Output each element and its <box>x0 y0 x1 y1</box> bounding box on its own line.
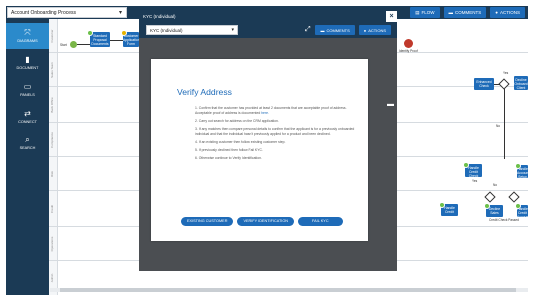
existing-customer-button[interactable]: EXISTING CUSTOMER <box>181 217 234 226</box>
chat-icon[interactable]: ▬ <box>387 101 394 108</box>
start-label: Start <box>60 43 67 47</box>
step-card: Verify Address 1. Confirm that the custo… <box>151 59 368 241</box>
step-item: 5. If previously declined then follow Fa… <box>195 148 263 152</box>
connect-icon: ⇄ <box>24 109 31 118</box>
start-event[interactable] <box>70 41 77 48</box>
process-select[interactable]: Account Onboarding Process ▾ <box>7 7 127 18</box>
diagram-node[interactable]: Decline Onboard Client <box>514 76 528 90</box>
horizontal-scrollbar[interactable] <box>50 288 528 292</box>
sidebar-item-diagrams[interactable]: ⤧ DIAGRAMS <box>6 23 49 49</box>
modal-header: KYC (Individual) × <box>139 11 397 22</box>
close-icon[interactable]: × <box>386 11 397 22</box>
edge-label: Identify Proof <box>399 49 418 53</box>
actions-button[interactable]: ● ACTIONS <box>490 7 525 18</box>
edge-label: No <box>496 124 501 128</box>
fail-kyc-button[interactable]: FAIL KYC <box>298 217 343 226</box>
verify-identification-button[interactable]: VERIFY IDENTIFICATION <box>237 217 295 226</box>
app-window: Account Onboarding Process ▾ ▤ FLOW ▬ COMM… <box>0 0 535 301</box>
user-icon: ● <box>363 27 367 33</box>
step-item: 2. Carry out search for address on the C… <box>195 119 279 123</box>
card-title: Verify Address <box>177 87 232 97</box>
search-icon: ⌕ <box>25 135 30 144</box>
flow-button[interactable]: ▤ FLOW <box>410 7 440 18</box>
chevron-down-icon: ▾ <box>118 10 122 16</box>
step-item: 1. Confirm that the customer has provide… <box>195 106 347 115</box>
kyc-modal: KYC (Individual) × KYC (Individual) ▾ ⤢ … <box>139 11 397 271</box>
card-actions: EXISTING CUSTOMER VERIFY IDENTIFICATION … <box>181 217 343 226</box>
step-item: 3. If any matches then compare personal … <box>195 127 355 136</box>
sidebar: ⤧ DIAGRAMS ▮ DOCUMENT ▭ PANELS ⇄ CONNECT ⌕ SE… <box>6 19 49 295</box>
comments-button[interactable]: ▬ COMMENTS <box>443 7 487 18</box>
panels-icon: ▭ <box>23 82 32 91</box>
check-icon <box>515 163 521 169</box>
header-actions: ▤ FLOW ▬ COMMENTS ● ACTIONS <box>410 7 525 18</box>
diagram-icon: ⤧ <box>24 28 31 37</box>
diagram-node[interactable]: Enhanced Check <box>474 78 494 90</box>
step-item: 4. If an existing customer then follow e… <box>195 140 286 144</box>
modal-actions-button[interactable]: ● ACTIONS <box>358 25 391 35</box>
modal-comments-button[interactable]: ▬ COMMENTS <box>315 25 355 35</box>
edge-label: Yes <box>472 179 478 183</box>
process-select-value: Account Onboarding Process <box>11 10 77 16</box>
modal-tools: ▬ COMMENTS ● ACTIONS <box>315 25 391 35</box>
sidebar-item-search[interactable]: ⌕ SEARCH <box>6 130 49 156</box>
check-icon <box>463 162 469 168</box>
check-icon <box>515 203 521 209</box>
comments-icon: ▬ <box>320 27 325 33</box>
sidebar-item-connect[interactable]: ⇄ CONNECT <box>6 104 49 130</box>
expand-icon[interactable]: ⤢ <box>305 26 311 34</box>
document-icon: ▮ <box>25 55 30 64</box>
check-icon <box>484 203 490 209</box>
chevron-down-icon: ▾ <box>231 27 234 33</box>
modal-toolbar: KYC (Individual) ▾ ⤢ ▬ COMMENTS ● ACTIONS <box>139 22 397 38</box>
sidebar-item-panels[interactable]: ▭ PANELS <box>6 77 49 103</box>
check-icon <box>439 202 445 208</box>
diagram-node[interactable]: Standard Proposal Documents <box>90 32 110 47</box>
flow-icon: ▤ <box>415 10 420 15</box>
edge-label: Credit Check Passed <box>489 218 519 222</box>
scrollbar-thumb[interactable] <box>60 288 516 292</box>
end-event[interactable] <box>404 39 413 48</box>
edge-label: Yes <box>503 71 509 75</box>
modal-title: KYC (Individual) <box>143 14 176 19</box>
alert-icon <box>121 30 127 36</box>
sidebar-item-document[interactable]: ▮ DOCUMENT <box>6 50 49 76</box>
modal-body: Verify Address 1. Confirm that the custo… <box>139 38 397 271</box>
documentation-link[interactable]: here. <box>261 111 269 115</box>
comments-icon: ▬ <box>448 10 454 15</box>
kyc-select[interactable]: KYC (Individual) ▾ <box>146 25 238 35</box>
check-icon <box>87 30 93 36</box>
user-icon: ● <box>495 10 498 15</box>
edge-label: No <box>493 183 498 187</box>
step-list: 1. Confirm that the customer has provide… <box>195 106 363 164</box>
step-item: 6. Otherwise continue to Verify Identifi… <box>195 156 262 160</box>
